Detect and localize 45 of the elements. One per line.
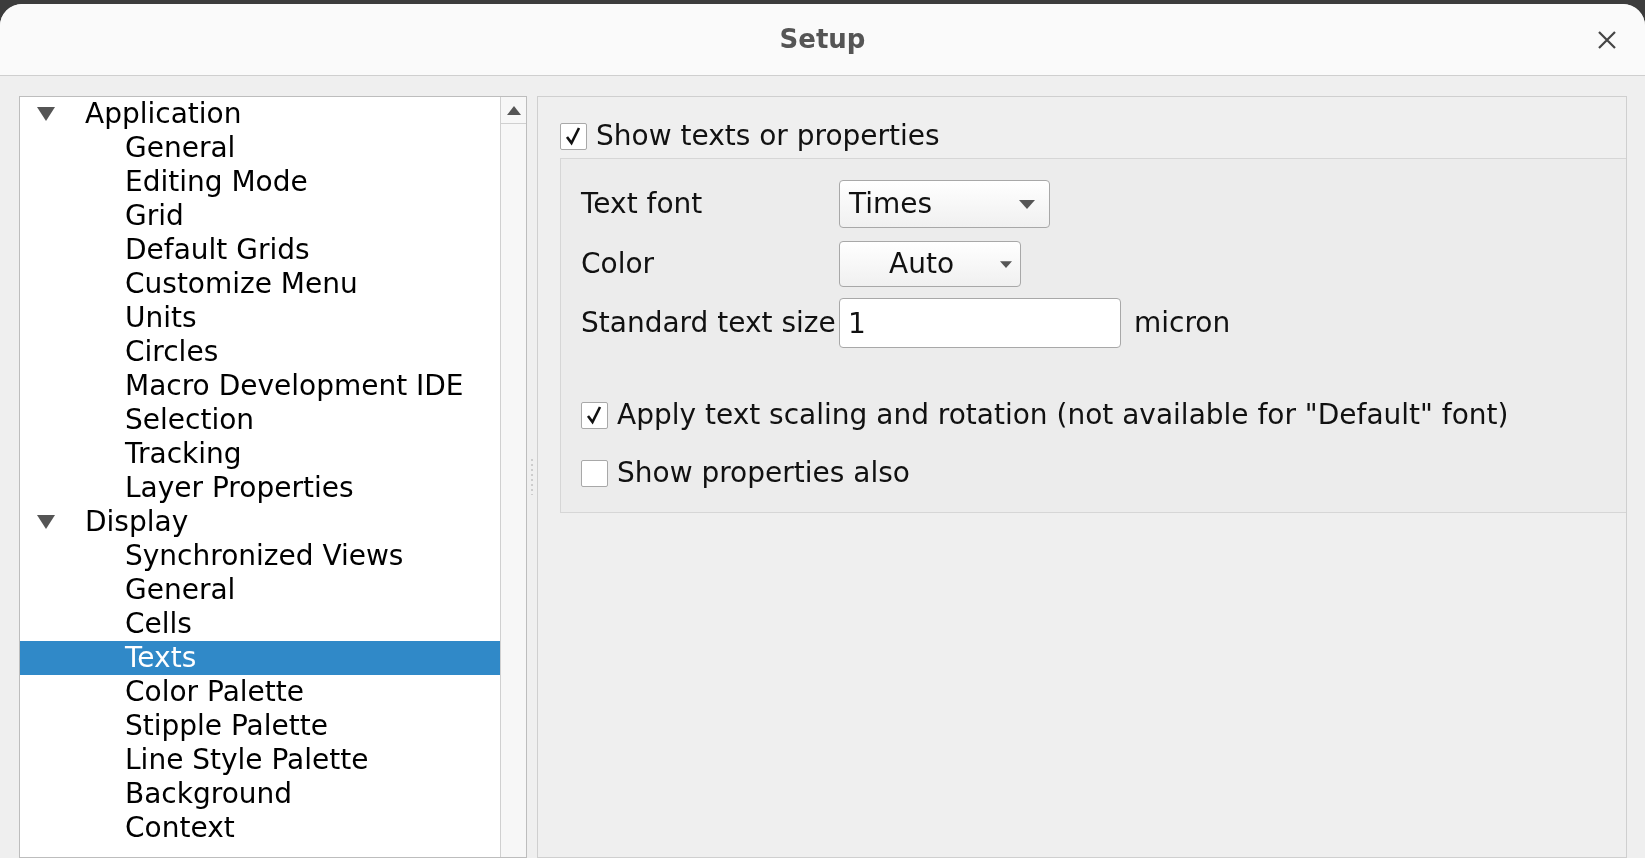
checkmark-icon — [565, 126, 582, 146]
scroll-up-icon[interactable] — [506, 105, 521, 115]
caret-icon — [1019, 199, 1035, 209]
tree-item[interactable]: Macro Development IDE — [20, 369, 500, 403]
splitter-handle-icon[interactable] — [531, 459, 533, 495]
tree-item[interactable]: General — [20, 131, 500, 165]
tree-item[interactable]: Editing Mode — [20, 165, 500, 199]
tree-item[interactable]: Selection — [20, 403, 500, 437]
checkbox-label: Show properties also — [617, 455, 910, 491]
checkbox[interactable] — [581, 401, 608, 429]
tree-item[interactable]: Background — [20, 777, 500, 811]
window-title: Setup — [779, 23, 866, 56]
tree-item[interactable]: Layer Properties — [20, 471, 500, 505]
checkbox-label: Show texts or properties — [596, 118, 940, 154]
tree-item[interactable]: Grid — [20, 199, 500, 233]
tree-item[interactable]: General — [20, 573, 500, 607]
field-label: Standard text size — [581, 305, 837, 341]
tree-item[interactable]: Tracking — [20, 437, 500, 471]
tree-item[interactable]: Synchronized Views — [20, 539, 500, 573]
tree-item[interactable]: Application — [20, 97, 500, 131]
tree-item[interactable]: Display — [20, 505, 500, 539]
tree-item[interactable]: Customize Menu — [20, 267, 500, 301]
tree-item[interactable]: Cells — [20, 607, 500, 641]
field-label: Text font — [581, 186, 704, 222]
checkbox[interactable] — [560, 122, 587, 150]
expanded-triangle-icon[interactable] — [36, 515, 55, 529]
tree-item[interactable]: Context — [20, 811, 500, 845]
expanded-triangle-icon[interactable] — [36, 107, 55, 121]
unit-label: micron — [1134, 305, 1231, 341]
checkbox[interactable] — [581, 459, 608, 487]
tree-item[interactable]: Circles — [20, 335, 500, 369]
scrollbar[interactable] — [500, 97, 526, 857]
color-dropdown[interactable]: Auto — [839, 241, 1021, 287]
tree-item[interactable]: Stipple Palette — [20, 709, 500, 743]
tree-item[interactable]: Default Grids — [20, 233, 500, 267]
tree-item[interactable]: Line Style Palette — [20, 743, 500, 777]
field-label: Color — [581, 246, 656, 282]
checkbox-label: Apply text scaling and rotation (not available for "Default" font) — [617, 397, 1509, 433]
font-dropdown[interactable]: Times — [839, 180, 1050, 228]
tree-item[interactable]: Color Palette — [20, 675, 500, 709]
text-size-field[interactable]: 1 — [839, 298, 1121, 348]
tree-item[interactable]: Texts — [20, 641, 500, 675]
caret-icon — [1000, 260, 1012, 268]
checkmark-icon — [586, 405, 603, 425]
tree-item[interactable]: Units — [20, 301, 500, 335]
